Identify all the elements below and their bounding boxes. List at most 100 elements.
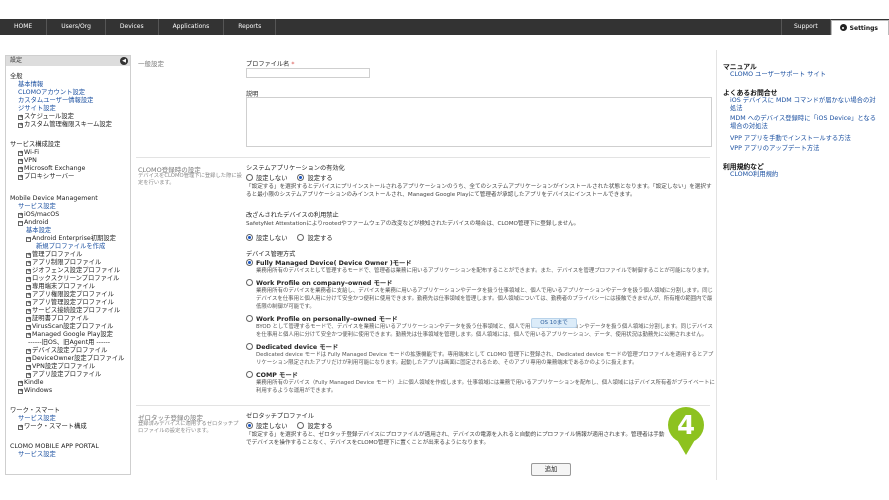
section-label-general: 一般設定 xyxy=(138,60,164,68)
sidebar-item-app-management[interactable]: +アプリ管理設定プロファイル xyxy=(26,299,114,307)
sidebar-item-custom-permission[interactable]: +カスタム管理権限スキーム設定 xyxy=(18,121,112,129)
sysapp-on-radio[interactable] xyxy=(297,174,305,181)
mode-dedicated-row[interactable]: Dedicated device モード xyxy=(246,342,338,351)
sidebar-item-android[interactable]: −Android xyxy=(18,219,48,227)
sidebar-item-windows[interactable]: +Windows xyxy=(18,387,52,395)
sidebar-item-certificate[interactable]: +証明書プロファイル xyxy=(26,315,89,323)
expand-icon[interactable]: + xyxy=(26,309,31,314)
collapse-icon[interactable]: − xyxy=(18,221,23,226)
sidebar-item-ws-config[interactable]: +ワーク・スマート構成 xyxy=(18,423,87,431)
mode-company-owned-radio[interactable] xyxy=(246,279,253,286)
sidebar-item-kindle[interactable]: +Kindle xyxy=(18,379,44,387)
nav-devices[interactable]: Devices xyxy=(106,19,159,35)
nav-support[interactable]: Support xyxy=(780,19,831,35)
expand-icon[interactable]: + xyxy=(18,123,23,128)
collapse-icon[interactable]: − xyxy=(26,237,31,242)
sidebar-item-ios-macos[interactable]: +iOS/macOS xyxy=(18,211,59,219)
expand-icon[interactable]: + xyxy=(26,357,31,362)
sidebar-item-portal-service[interactable]: サービス設定 xyxy=(18,451,56,459)
mode-dedicated-title: Dedicated device モード xyxy=(256,344,339,351)
sidebar-item-wifi[interactable]: +Wi-Fi xyxy=(18,149,39,157)
sidebar-item-lockscreen[interactable]: +ロックスクリーンプロファイル xyxy=(26,275,119,283)
expand-icon[interactable]: + xyxy=(26,293,31,298)
nav-settings[interactable]: Settings xyxy=(830,20,889,35)
sidebar-item-vpn[interactable]: +VPN xyxy=(18,157,37,165)
mode-comp-row[interactable]: COMP モード xyxy=(246,370,298,379)
faq-link-ios-device[interactable]: MDM へのデバイス登録時に「iOS Device」となる場合の対処法 xyxy=(730,115,880,131)
sidebar-item-clomo-account[interactable]: CLOMOアカウント設定 xyxy=(18,89,85,97)
expand-icon[interactable]: + xyxy=(26,373,31,378)
sidebar-item-dedicated[interactable]: +専用端末プロファイル xyxy=(26,283,95,291)
expand-icon[interactable]: + xyxy=(26,333,31,338)
faq-link-mdm-command[interactable]: iOS デバイスに MDM コマンドが届かない場合の対処法 xyxy=(730,97,880,113)
sidebar-item-aep-initial[interactable]: −Android Enterprise初期設定 xyxy=(26,235,116,243)
expand-icon[interactable]: + xyxy=(18,389,23,394)
expand-icon[interactable]: + xyxy=(26,285,31,290)
faq-link-vpp-update[interactable]: VPP アプリのアップデート方法 xyxy=(730,145,880,153)
mode-comp-radio[interactable] xyxy=(246,371,253,378)
zerotouch-on-radio[interactable] xyxy=(297,422,305,429)
sidebar-item-custom-user[interactable]: カスタムユーザー情報設定 xyxy=(18,97,93,105)
expand-icon[interactable]: + xyxy=(26,253,31,258)
sidebar-item-service-connection[interactable]: +サービス接続設定プロファイル xyxy=(26,307,120,315)
faq-link-vpp-install[interactable]: VPP アプリを手動でインストールする方法 xyxy=(730,135,880,143)
sysapp-off-radio[interactable] xyxy=(246,174,253,181)
mode-company-owned-row[interactable]: Work Profile on company–owned モード xyxy=(246,278,392,287)
sidebar-item-management-profile[interactable]: +管理プロファイル xyxy=(26,251,82,259)
nav-home[interactable]: HOME xyxy=(0,19,48,35)
sidebar-item-app-settings[interactable]: +アプリ設定プロファイル xyxy=(26,371,101,379)
sidebar-item-label: 専用端末プロファイル xyxy=(32,283,95,290)
mode-personally-owned-radio[interactable] xyxy=(246,315,253,322)
expand-icon[interactable]: + xyxy=(26,269,31,274)
nav-reports[interactable]: Reports xyxy=(224,19,277,35)
tamper-off-radio[interactable] xyxy=(246,234,253,241)
expand-icon[interactable]: + xyxy=(26,365,31,370)
sidebar-item-new-profile[interactable]: 新規プロファイルを作成 xyxy=(36,243,105,251)
expand-icon[interactable]: + xyxy=(18,159,23,164)
sidebar-item-geofence[interactable]: +ジオフェンス設定プロファイル xyxy=(26,267,120,275)
expand-icon[interactable]: + xyxy=(26,325,31,330)
expand-icon[interactable]: + xyxy=(18,425,23,430)
expand-icon[interactable]: + xyxy=(18,175,23,180)
expand-icon[interactable]: + xyxy=(18,213,23,218)
mode-fully-managed-row[interactable]: Fully Managed Device( Device Owner )モード xyxy=(246,258,412,267)
sidebar-item-mdm-service[interactable]: サービス設定 xyxy=(18,203,56,211)
nav-applications[interactable]: Applications xyxy=(159,19,225,35)
expand-icon[interactable]: + xyxy=(18,167,23,172)
sidebar-item-basic-info[interactable]: 基本情報 xyxy=(18,81,43,89)
tamper-on-radio[interactable] xyxy=(297,234,305,241)
sidebar-item-vpn-profile[interactable]: +VPN設定プロファイル xyxy=(26,363,95,371)
sidebar-item-exchange[interactable]: +Microsoft Exchange xyxy=(18,165,85,173)
sidebar-item-android-basic[interactable]: 基本設定 xyxy=(26,227,51,235)
expand-icon[interactable]: + xyxy=(18,381,23,386)
expand-icon[interactable]: + xyxy=(26,261,31,266)
sidebar-item-jisite[interactable]: ジサイト設定 xyxy=(18,105,56,113)
sidebar-item-virusscan[interactable]: +VirusScan設定プロファイル xyxy=(26,323,113,331)
mode-fully-managed-radio[interactable] xyxy=(246,259,253,266)
sidebar-item-schedule[interactable]: +スケジュール設定 xyxy=(18,113,74,121)
zerotouch-off-radio[interactable] xyxy=(246,422,253,429)
expand-icon[interactable]: + xyxy=(26,349,31,354)
mode-personally-owned-row[interactable]: Work Profile on personally–owned モード xyxy=(246,314,398,323)
mode-dedicated-radio[interactable] xyxy=(246,343,253,350)
expand-icon[interactable]: + xyxy=(18,115,23,120)
sidebar-item-app-restriction[interactable]: +アプリ制限プロファイル xyxy=(26,259,101,267)
profile-name-input[interactable] xyxy=(246,68,370,78)
expand-icon[interactable]: + xyxy=(26,317,31,322)
sidebar-item-app-permission[interactable]: +アプリ権限設定プロファイル xyxy=(26,291,114,299)
sidebar-item-managed-google-play[interactable]: +Managed Google Play設定 xyxy=(26,331,113,339)
sidebar-item-proxy[interactable]: +プロキシサーバー xyxy=(18,173,74,181)
sidebar-item-ws-service[interactable]: サービス設定 xyxy=(18,415,56,423)
expand-icon[interactable]: + xyxy=(26,301,31,306)
expand-icon[interactable]: + xyxy=(18,151,23,156)
description-textarea[interactable] xyxy=(246,97,712,147)
collapse-left-icon[interactable]: ◀ xyxy=(120,57,128,65)
add-button[interactable]: 追加 xyxy=(531,463,571,476)
sidebar-item-device-settings[interactable]: +デバイス設定プロファイル xyxy=(26,347,107,355)
terms-link[interactable]: CLOMO利用規約 xyxy=(730,171,880,179)
manual-support-link[interactable]: CLOMO ユーザーサポート サイト xyxy=(730,71,880,79)
expand-icon[interactable]: + xyxy=(26,277,31,282)
nav-users-org[interactable]: Users/Org xyxy=(47,19,106,35)
tamper-on-label: 設定する xyxy=(307,235,333,242)
sidebar-item-device-owner[interactable]: +DeviceOwner設定プロファイル xyxy=(26,355,124,363)
